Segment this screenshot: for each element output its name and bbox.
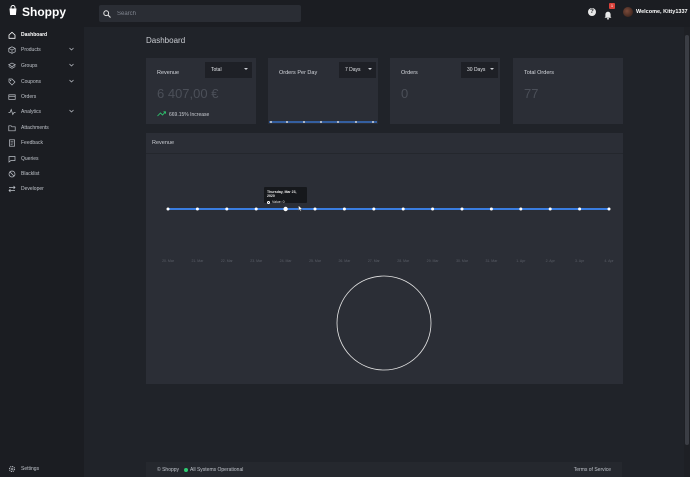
x-tick-label: 20. Mar [162,259,174,263]
chart-point[interactable] [372,207,376,211]
x-tick-label: 2. Apr [545,259,555,263]
chart-point[interactable] [401,207,405,211]
status-dot-icon [184,468,188,472]
x-tick-label: 26. Mar [338,259,351,263]
x-tick-label: 4. Apr [604,259,614,263]
chart-point[interactable] [519,207,523,211]
chart-point[interactable] [607,207,611,211]
chart-point[interactable] [254,207,258,211]
chart-tooltip: Thursday, Mar 23, 2020 Value: 0 [264,187,307,204]
x-tick-label: 31. Mar [485,259,498,263]
chart-point[interactable] [283,206,288,212]
chart-point[interactable] [431,207,435,211]
x-tick-label: 27. Mar [367,259,380,263]
system-status-label: All Systems Operational [190,467,244,473]
x-tick-label: 1. Apr [516,259,526,263]
chart-point[interactable] [225,207,229,211]
tooltip-date: Thursday, Mar 23, 2020 [267,190,297,198]
chart-point[interactable] [578,207,582,211]
terms-link[interactable]: Terms of Service [574,467,611,473]
series-dot-icon [267,200,270,204]
mouse-cursor-icon [298,205,303,212]
x-tick-label: 24. Mar [279,259,292,263]
x-tick-label: 30. Mar [456,259,468,263]
tooltip-value: Value: 0 [267,200,304,204]
x-tick-label: 29. Mar [426,259,439,263]
footer: © Shoppy All Systems Operational Terms o… [146,462,622,477]
x-tick-label: 22. Mar [220,259,233,263]
chart-point[interactable] [195,207,199,211]
footer-copyright: © Shoppy [157,467,180,473]
pie-chart-ring [336,275,432,371]
x-tick-label: 21. Mar [191,259,204,263]
tooltip-value-label: Value: 0 [272,200,285,204]
x-tick-label: 25. Mar [309,259,321,263]
chart-point[interactable] [313,207,317,211]
chart-point[interactable] [460,207,464,211]
chart-point[interactable] [548,207,552,211]
system-status[interactable]: All Systems Operational [184,467,243,473]
x-tick-label: 28. Mar [397,259,410,263]
chart-point[interactable] [342,207,346,211]
chart-point[interactable] [166,207,170,211]
revenue-line-chart[interactable] [0,0,690,477]
chart-point[interactable] [489,207,493,211]
scrollbar-thumb[interactable] [685,35,689,445]
x-tick-label: 23. Mar [250,259,263,263]
x-tick-label: 3. Apr [575,259,585,263]
